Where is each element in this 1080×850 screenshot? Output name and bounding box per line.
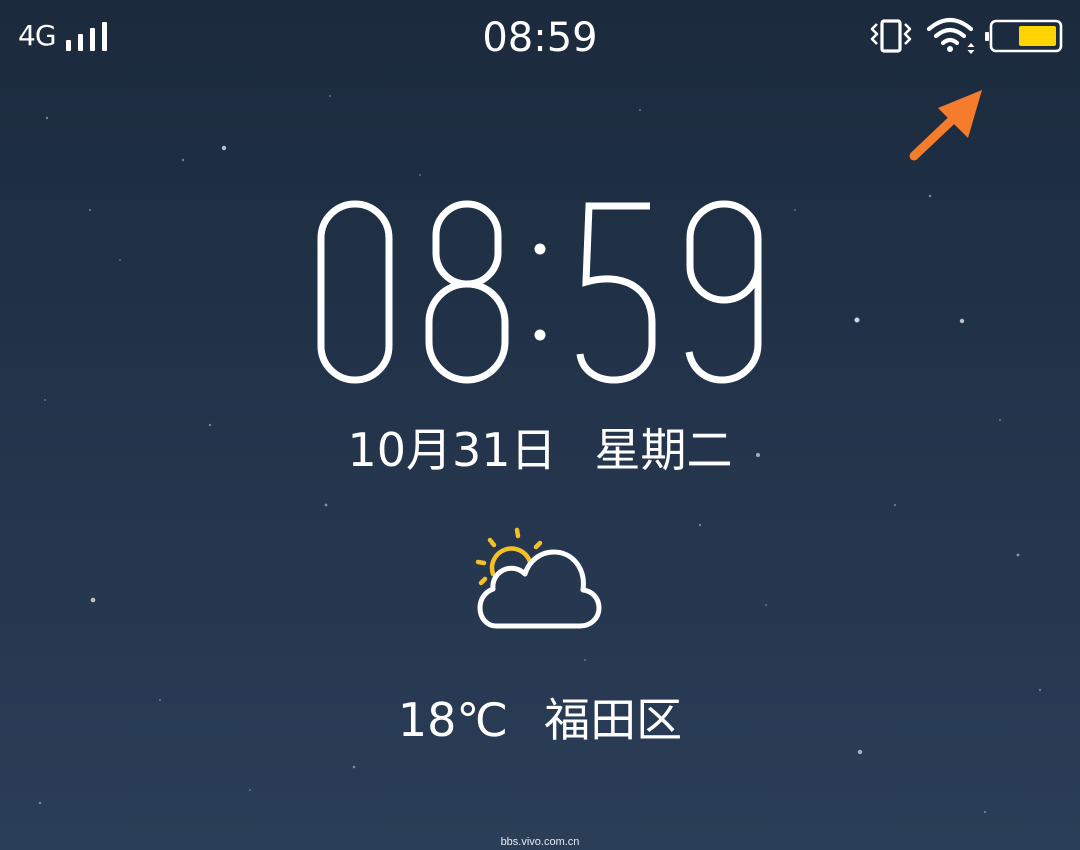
lockscreen-date: 10月31日 星期二 xyxy=(0,422,1080,478)
location-label: 福田区 xyxy=(544,693,683,747)
vibrate-mode-icon xyxy=(870,19,912,53)
clock-digit-minutes-ones xyxy=(685,200,762,384)
clock-digit-hours-ones xyxy=(425,200,509,384)
clock-digit-minutes-tens xyxy=(576,202,656,384)
temperature-label: 18℃ xyxy=(397,693,509,747)
weather-summary: 18℃ 福田区 xyxy=(0,692,1080,748)
watermark-text: bbs.vivo.com.cn xyxy=(500,836,580,848)
weekday-label: 星期二 xyxy=(594,423,733,477)
clock-colon-dot xyxy=(534,243,546,255)
annotation-arrow-icon xyxy=(909,90,982,161)
lockscreen-clock: 08 59 xyxy=(317,200,762,384)
partly-cloudy-icon xyxy=(475,527,602,629)
date-label: 10月31日 xyxy=(347,423,557,477)
clock-colon-dot xyxy=(534,329,546,341)
status-bar-time: 08:59 xyxy=(482,15,598,61)
wifi-icon xyxy=(926,17,975,54)
clock-digit-hours-tens xyxy=(317,200,393,384)
status-bar: 4G 08:59 xyxy=(0,0,1080,76)
battery-icon xyxy=(985,19,1063,53)
